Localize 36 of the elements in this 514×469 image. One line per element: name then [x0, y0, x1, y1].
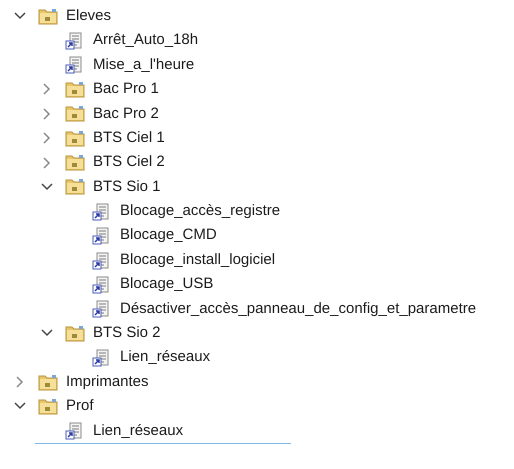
chevron-right-icon[interactable] [16, 376, 24, 388]
chevron-right-icon[interactable] [43, 132, 51, 144]
folder-icon [65, 130, 85, 147]
folder-icon [38, 398, 58, 415]
link-label[interactable]: Lien_réseaux [91, 420, 186, 442]
folder-label[interactable]: BTS Sio 2 [91, 322, 163, 345]
folder-label[interactable]: BTS Sio 1 [91, 176, 163, 198]
folder-label[interactable]: Bac Pro 2 [91, 102, 161, 125]
link-label[interactable]: Blocage_CMD [118, 224, 219, 247]
chevron-down-icon[interactable] [41, 182, 53, 191]
link-label[interactable]: Blocage_USB [118, 273, 216, 296]
link-label[interactable]: Désactiver_accès_panneau_de_config_et_parametre [118, 298, 478, 320]
folder-label[interactable]: Eleves [64, 4, 114, 28]
chevron-right-icon[interactable] [43, 156, 51, 169]
chevron-down-icon[interactable] [14, 402, 26, 410]
chevron-right-icon[interactable] [43, 83, 51, 96]
folder-label[interactable]: Imprimantes [64, 370, 151, 394]
folder-icon [65, 154, 85, 172]
link-label[interactable]: Blocage_install_logiciel [118, 248, 278, 272]
folder-icon [65, 178, 85, 196]
chevron-down-icon[interactable] [41, 329, 53, 338]
folder-label[interactable]: BTS Ciel 1 [91, 126, 167, 150]
link-label[interactable]: Arrêt_Auto_18h [91, 29, 200, 52]
link-label[interactable]: Blocage_accès_registre [118, 200, 282, 223]
folder-label[interactable]: BTS Ciel 2 [91, 151, 167, 174]
folder-icon [38, 374, 58, 391]
link-label[interactable]: Lien_réseaux [118, 346, 212, 369]
folder-icon [65, 80, 85, 98]
folder-label[interactable]: Prof [64, 395, 96, 418]
link-label[interactable]: Mise_a_l'heure [91, 54, 196, 76]
folder-icon [65, 105, 85, 122]
folder-label[interactable]: Bac Pro 1 [91, 78, 161, 101]
folder-icon [65, 324, 85, 342]
folder-icon [38, 8, 58, 25]
chevron-right-icon[interactable] [43, 108, 51, 120]
chevron-down-icon[interactable] [14, 12, 26, 20]
